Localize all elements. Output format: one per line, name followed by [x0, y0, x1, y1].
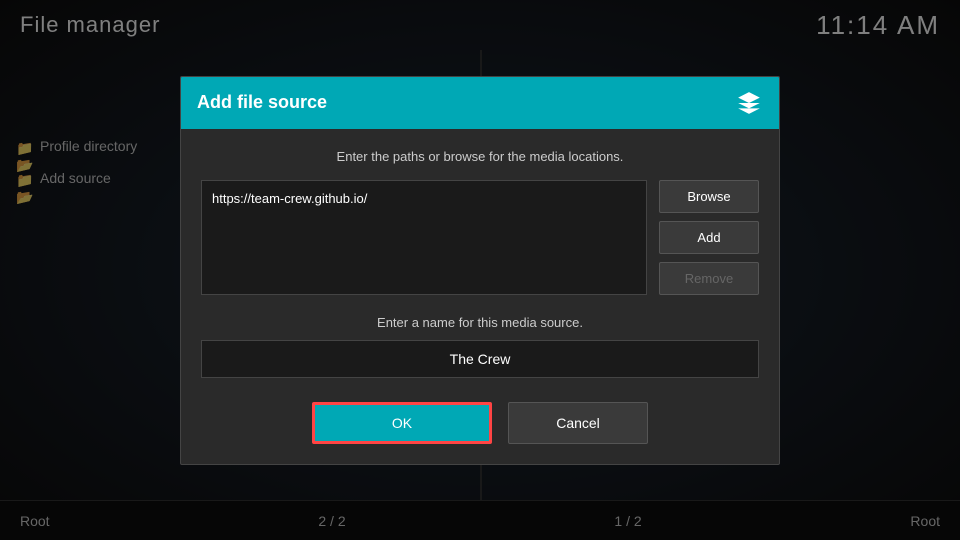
source-buttons: Browse Add Remove [659, 180, 759, 295]
name-label: Enter a name for this media source. [201, 315, 759, 330]
source-row: https://team-crew.github.io/ Browse Add … [201, 180, 759, 295]
dialog-body: Enter the paths or browse for the media … [181, 129, 779, 464]
dialog-title: Add file source [197, 92, 327, 113]
source-url: https://team-crew.github.io/ [212, 191, 367, 206]
cancel-button[interactable]: Cancel [508, 402, 648, 444]
dialog-description: Enter the paths or browse for the media … [201, 149, 759, 164]
add-button[interactable]: Add [659, 221, 759, 254]
modal-overlay: Add file source Enter the paths or brows… [0, 0, 960, 540]
kodi-logo-icon [735, 89, 763, 117]
remove-button[interactable]: Remove [659, 262, 759, 295]
dialog-actions: OK Cancel [201, 402, 759, 444]
browse-button[interactable]: Browse [659, 180, 759, 213]
source-list[interactable]: https://team-crew.github.io/ [201, 180, 647, 295]
add-file-source-dialog: Add file source Enter the paths or brows… [180, 76, 780, 465]
dialog-header: Add file source [181, 77, 779, 129]
name-input[interactable] [201, 340, 759, 378]
ok-button[interactable]: OK [312, 402, 492, 444]
